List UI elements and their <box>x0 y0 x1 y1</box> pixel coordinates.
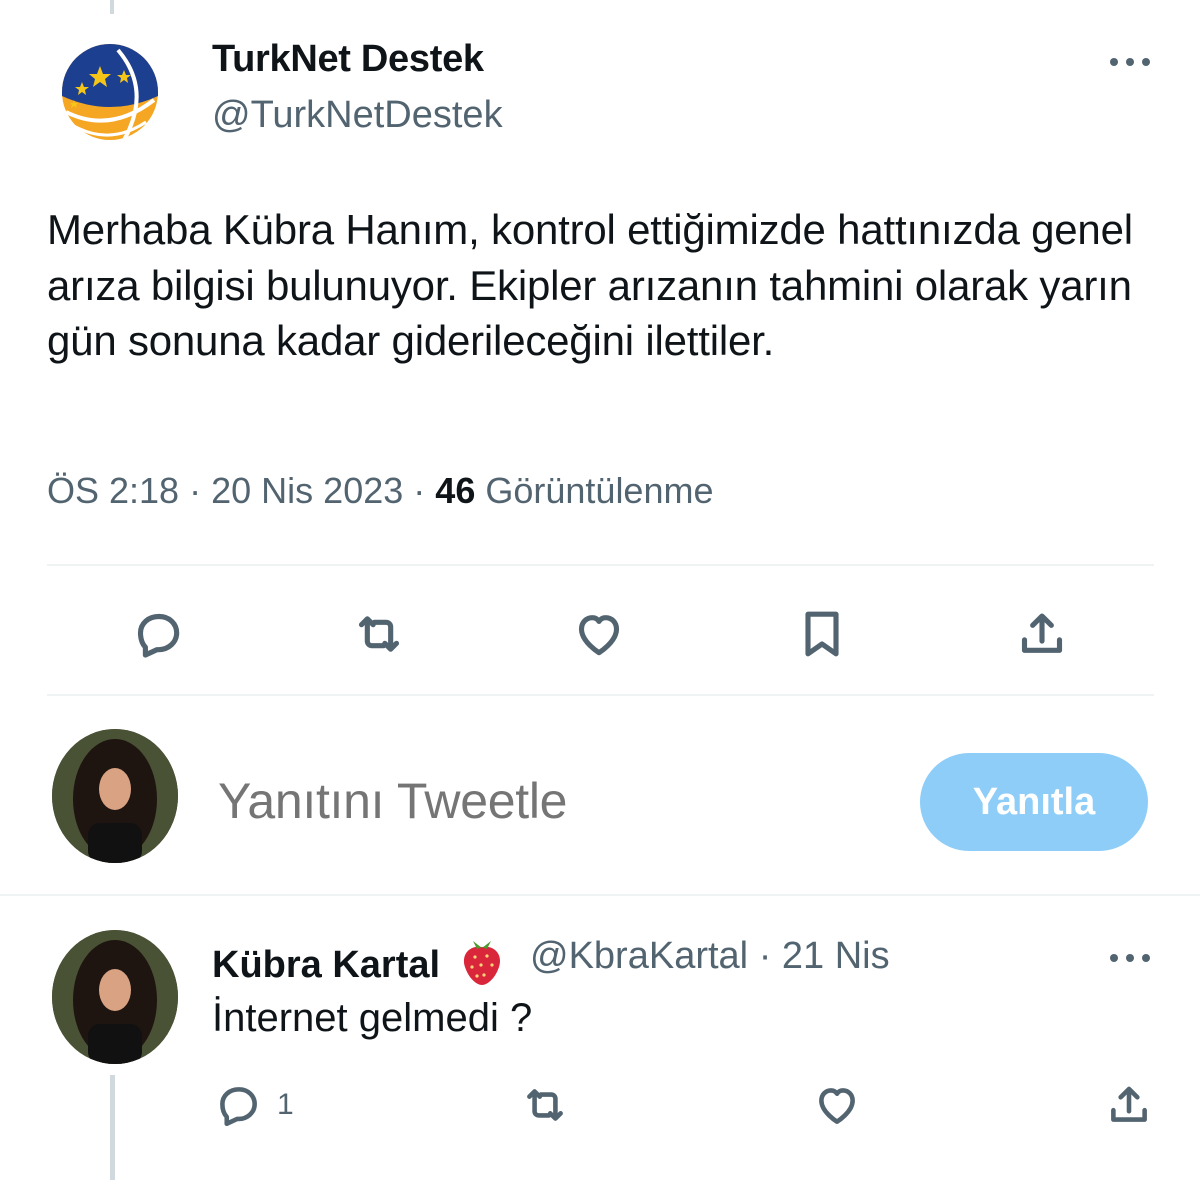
meta-separator: · <box>758 935 772 977</box>
reply-icon <box>220 1087 257 1127</box>
reply-author-handle[interactable]: @KbraKartal <box>530 935 748 977</box>
reply-author-handle-row: @KbraKartal · 21 Nis <box>530 935 890 978</box>
reply-date[interactable]: 21 Nis <box>782 935 890 977</box>
user-photo-icon <box>52 729 178 863</box>
divider <box>0 894 1200 896</box>
meta-separator: · <box>189 470 202 511</box>
retweet-icon[interactable] <box>520 1080 570 1130</box>
turknet-logo-icon <box>51 33 175 157</box>
user-avatar[interactable] <box>52 729 178 863</box>
reply-author-avatar[interactable] <box>52 930 178 1064</box>
bookmark-icon[interactable] <box>792 604 852 664</box>
divider <box>47 694 1154 696</box>
views-count: 46 <box>435 470 476 511</box>
reply-author-name-text: Kübra Kartal <box>212 944 441 986</box>
tweet-text: Merhaba Kübra Hanım, kontrol ettiğimizde… <box>47 206 1133 364</box>
author-name[interactable]: TurkNet Destek <box>212 38 484 81</box>
tweet-date[interactable]: 20 Nis 2023 <box>211 470 403 511</box>
retweet-icon[interactable] <box>349 604 409 664</box>
turknet-avatar[interactable] <box>48 30 178 160</box>
reply-button[interactable]: Yanıtla <box>920 753 1148 851</box>
share-icon[interactable] <box>1104 1080 1154 1130</box>
meta-separator: · <box>413 470 426 511</box>
strawberry-icon <box>463 941 500 985</box>
tweet-time[interactable]: ÖS 2:18 <box>47 470 179 511</box>
like-icon[interactable] <box>569 604 629 664</box>
views-label: Görüntülenme <box>485 470 714 511</box>
thread-line <box>110 1075 115 1180</box>
like-icon[interactable] <box>812 1080 862 1130</box>
reply-icon[interactable] <box>128 604 188 664</box>
reply-input[interactable] <box>218 772 878 830</box>
more-options-icon[interactable] <box>1110 946 1150 970</box>
tweet-meta: ÖS 2:18 · 20 Nis 2023 · 46 Görüntülenme <box>47 470 714 512</box>
divider <box>47 564 1154 566</box>
user-photo-icon <box>52 930 178 1064</box>
author-handle[interactable]: @TurkNetDestek <box>212 94 503 137</box>
reply-count: 1 <box>277 1088 294 1121</box>
thread-line <box>110 0 114 14</box>
reply-author-name[interactable]: Kübra Kartal <box>212 935 505 987</box>
share-icon[interactable] <box>1012 604 1072 664</box>
reply-action[interactable]: 1 <box>213 1080 294 1130</box>
reply-text: İnternet gelmedi ? <box>212 996 533 1040</box>
more-options-icon[interactable] <box>1110 50 1150 74</box>
